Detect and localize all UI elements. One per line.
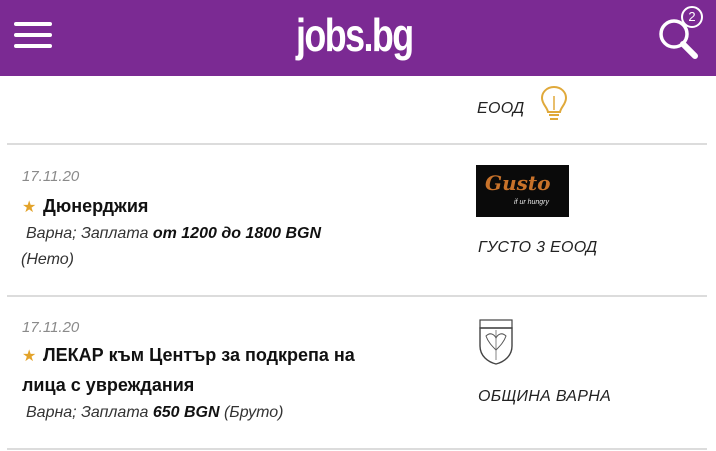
notification-badge: 2	[681, 6, 703, 28]
company-logo-gusto[interactable]: Gusto if ur hungry	[476, 165, 569, 217]
company-name[interactable]: ЕООД	[477, 100, 524, 118]
divider	[7, 143, 707, 145]
job-title-continued[interactable]: лица с увреждания	[22, 372, 194, 399]
job-title[interactable]: ЛЕКАР към Център за подкрепа на	[43, 342, 355, 369]
job-location: Варна; Заплата	[26, 225, 153, 242]
job-salary: 650 BGN	[152, 404, 220, 421]
divider	[7, 295, 707, 297]
lightbulb-icon	[540, 85, 568, 120]
divider	[7, 448, 707, 450]
star-icon: ★	[22, 199, 37, 216]
job-pay-type: (Бруто)	[219, 404, 284, 421]
varna-crest-icon[interactable]	[476, 316, 516, 366]
listing-date: 17.11.20	[22, 168, 80, 185]
star-icon: ★	[22, 348, 37, 365]
logo-tagline: if ur hungry	[514, 199, 550, 206]
job-meta: Варна; Заплата 650 BGN (Бруто)	[26, 401, 466, 425]
job-location: Варна; Заплата	[26, 404, 153, 421]
job-salary: от 1200 до 1800 BGN	[152, 225, 322, 242]
company-name[interactable]: ГУСТО 3 ЕООД	[478, 239, 598, 257]
job-pay-type: (Нето)	[21, 251, 74, 268]
logo-name: Gusto	[485, 171, 551, 195]
jobs-bg-logo[interactable]: jobs.bg	[296, 8, 446, 62]
listing-date: 17.11.20	[22, 319, 80, 336]
job-title[interactable]: Дюнерджия	[43, 193, 148, 220]
company-name[interactable]: ОБЩИНА ВАРНА	[478, 388, 611, 406]
job-meta: Варна; Заплата от 1200 до 1800 BGN	[26, 222, 466, 246]
search-button[interactable]: 2	[655, 6, 707, 62]
app-header: jobs.bg 2	[0, 0, 716, 76]
hamburger-menu-icon[interactable]	[14, 22, 52, 52]
